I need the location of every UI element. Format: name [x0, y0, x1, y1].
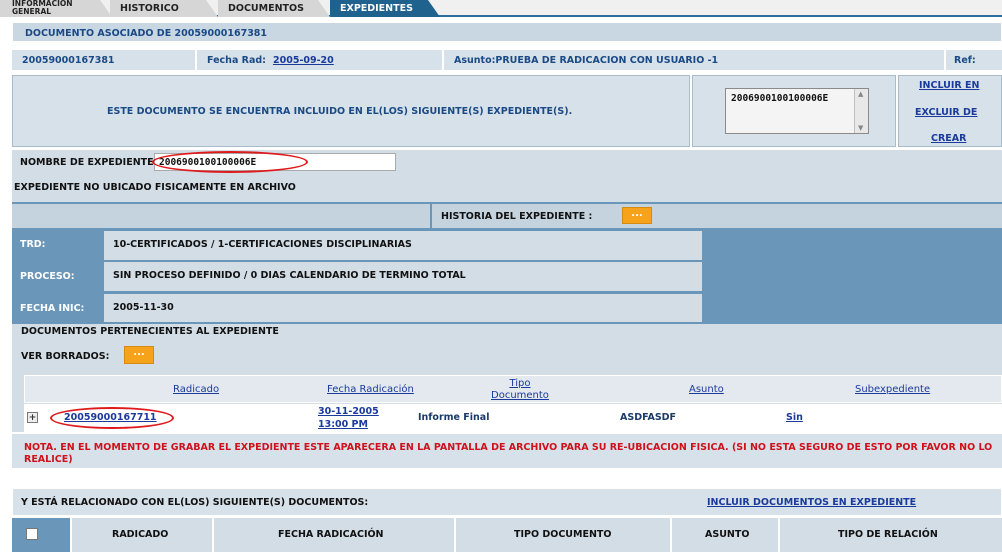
col-fecha-cell: FECHA RADICACIÓN: [214, 518, 454, 552]
info-fecha-label: Fecha Rad:: [207, 55, 266, 66]
doc-sub-link[interactable]: Sin: [786, 412, 803, 423]
proceso-label: PROCESO:: [20, 271, 75, 282]
related-table-header: RADICADO FECHA RADICACIÓN TIPO DOCUMENTO…: [12, 518, 1002, 552]
tab-documentos[interactable]: DOCUMENTOS: [218, 0, 330, 17]
info-asunto-cell: Asunto:PRUEBA DE RADICACION CON USUARIO …: [444, 50, 944, 70]
crear-link[interactable]: CREAR: [931, 133, 966, 144]
col-fecha-header[interactable]: Fecha Radicación: [327, 384, 414, 395]
ubicacion-text: EXPEDIENTE NO UBICADO FISICAMENTE EN ARC…: [14, 182, 296, 193]
col-tipo-line1: Tipo: [509, 378, 531, 389]
info-ref-label: Ref:: [954, 55, 976, 66]
page-title: DOCUMENTO ASOCIADO DE 20059000167381: [25, 28, 268, 39]
info-ref-cell: Ref:: [946, 50, 1002, 70]
tab-expedientes[interactable]: EXPEDIENTES: [330, 0, 440, 17]
doc-asunto: ASDFASDF: [620, 412, 677, 423]
proceso-cell: SIN PROCESO DEFINIDO / 0 DIAS CALENDARIO…: [104, 262, 702, 291]
docs-table-header: Radicado Fecha Radicación Tipo Documento …: [24, 375, 1002, 403]
col-relacion-cell: TIPO DE RELACIÓN: [780, 518, 1002, 552]
expediente-list-item[interactable]: 2006900100100006E: [731, 93, 828, 104]
included-message: ESTE DOCUMENTO SE ENCUENTRA INCLUIDO EN …: [107, 106, 573, 117]
tab-informacion-general-label: INFORMACION GENERAL: [12, 0, 73, 16]
info-fecha-cell: Fecha Rad: 2005-09-20: [197, 50, 442, 70]
select-all-checkbox[interactable]: [26, 528, 38, 540]
related-title-row: Y ESTÁ RELACIONADO CON EL(LOS) SIGUIENTE…: [12, 488, 1002, 516]
tab-historico-label: HISTORICO: [120, 3, 179, 14]
fecha-inic-label: FECHA INIC:: [20, 303, 85, 314]
table-row: + 20059000167711 30-11-2005 13:00 PM Info…: [24, 404, 1002, 433]
expand-row-icon[interactable]: +: [27, 412, 38, 423]
doc-fecha-line2: 13:00 PM: [318, 419, 368, 430]
col-tipo-cell: TIPO DOCUMENTO: [456, 518, 670, 552]
historia-label: HISTORIA DEL EXPEDIENTE :: [441, 211, 593, 222]
fecha-inic-value: 2005-11-30: [113, 302, 174, 313]
info-radicado: 20059000167381: [22, 55, 115, 66]
col-fecha: FECHA RADICACIÓN: [278, 529, 384, 540]
col-asunto-header[interactable]: Asunto: [689, 384, 724, 395]
historia-button[interactable]: ...: [622, 207, 652, 224]
docs-label: DOCUMENTOS PERTENECIENTES AL EXPEDIENTE: [21, 326, 279, 337]
scroll-up-arrow-icon[interactable]: ▲: [858, 90, 863, 98]
tab-label-line2: GENERAL: [12, 7, 52, 16]
historia-spacer-cell: [12, 204, 430, 228]
col-asunto-cell: ASUNTO: [672, 518, 778, 552]
excluir-de-link[interactable]: EXCLUIR DE: [915, 107, 977, 118]
select-all-cell: [12, 518, 70, 552]
listbox-scrollbar[interactable]: ▲ ▼: [854, 89, 868, 133]
ver-borrados-button[interactable]: ...: [124, 346, 154, 364]
col-radicado: RADICADO: [112, 529, 169, 540]
doc-fecha-line1: 30-11-2005: [318, 406, 379, 417]
historia-cell: HISTORIA DEL EXPEDIENTE : ...: [432, 204, 1002, 228]
scroll-down-arrow-icon[interactable]: ▼: [858, 124, 863, 132]
doc-fecha-link[interactable]: 30-11-2005 13:00 PM: [318, 405, 379, 431]
tab-documentos-label: DOCUMENTOS: [228, 3, 304, 14]
col-relacion: TIPO DE RELACIÓN: [838, 529, 938, 540]
info-radicado-cell: 20059000167381: [12, 50, 195, 70]
tab-historico[interactable]: HISTORICO: [110, 0, 218, 17]
ver-borrados-label: VER BORRADOS:: [21, 351, 110, 362]
info-asunto: Asunto:PRUEBA DE RADICACION CON USUARIO …: [454, 55, 719, 66]
col-subexpediente-header[interactable]: Subexpediente: [855, 384, 930, 395]
incluir-documentos-link[interactable]: INCLUIR DOCUMENTOS EN EXPEDIENTE: [707, 497, 916, 508]
highlight-oval: [50, 407, 174, 429]
nota-cell: NOTA. EN EL MOMENTO DE GRABAR EL EXPEDIE…: [12, 434, 1002, 468]
header-title-bar: DOCUMENTO ASOCIADO DE 20059000167381: [12, 22, 1002, 42]
col-tipo-line2: Documento: [491, 390, 549, 401]
col-tipo: TIPO DOCUMENTO: [514, 529, 612, 540]
col-asunto: ASUNTO: [705, 529, 750, 540]
highlight-oval: [152, 151, 308, 173]
col-tipo-header[interactable]: Tipo Documento: [491, 378, 549, 402]
nota-text: NOTA. EN EL MOMENTO DE GRABAR EL EXPEDIE…: [24, 442, 993, 465]
trd-cell: 10-CERTIFICADOS / 1-CERTIFICACIONES DISC…: [104, 231, 702, 260]
included-actions-cell: INCLUIR EN EXCLUIR DE CREAR: [898, 75, 1002, 147]
included-list-cell: 2006900100100006E ▲ ▼: [692, 75, 896, 147]
nombre-expediente-label: NOMBRE DE EXPEDIENTE: [20, 157, 154, 168]
tab-expedientes-label: EXPEDIENTES: [340, 3, 413, 14]
tab-informacion-general[interactable]: INFORMACION GENERAL: [0, 0, 112, 17]
trd-value: 10-CERTIFICADOS / 1-CERTIFICACIONES DISC…: [113, 239, 412, 250]
related-title: Y ESTÁ RELACIONADO CON EL(LOS) SIGUIENTE…: [21, 497, 369, 508]
col-radicado-cell: RADICADO: [72, 518, 212, 552]
included-message-cell: ESTE DOCUMENTO SE ENCUENTRA INCLUIDO EN …: [12, 75, 690, 147]
info-row: 20059000167381 Fecha Rad: 2005-09-20 Asu…: [12, 50, 1002, 70]
tab-bar: INFORMACION GENERAL HISTORICO DOCUMENTOS …: [0, 0, 1002, 17]
info-fecha-link[interactable]: 2005-09-20: [273, 55, 334, 66]
proceso-value: SIN PROCESO DEFINIDO / 0 DIAS CALENDARIO…: [113, 270, 466, 281]
docs-section: DOCUMENTOS PERTENECIENTES AL EXPEDIENTE …: [12, 324, 1002, 433]
fecha-inic-cell: 2005-11-30: [104, 294, 702, 322]
incluir-en-link[interactable]: INCLUIR EN: [919, 80, 979, 91]
trd-label: TRD:: [20, 239, 46, 250]
expediente-listbox[interactable]: 2006900100100006E ▲ ▼: [725, 88, 869, 134]
doc-tipo: Informe Final: [418, 412, 490, 423]
nombre-expediente-cell: NOMBRE DE EXPEDIENTE 2006900100100006E E…: [12, 150, 1002, 202]
col-radicado-header[interactable]: Radicado: [173, 384, 219, 395]
